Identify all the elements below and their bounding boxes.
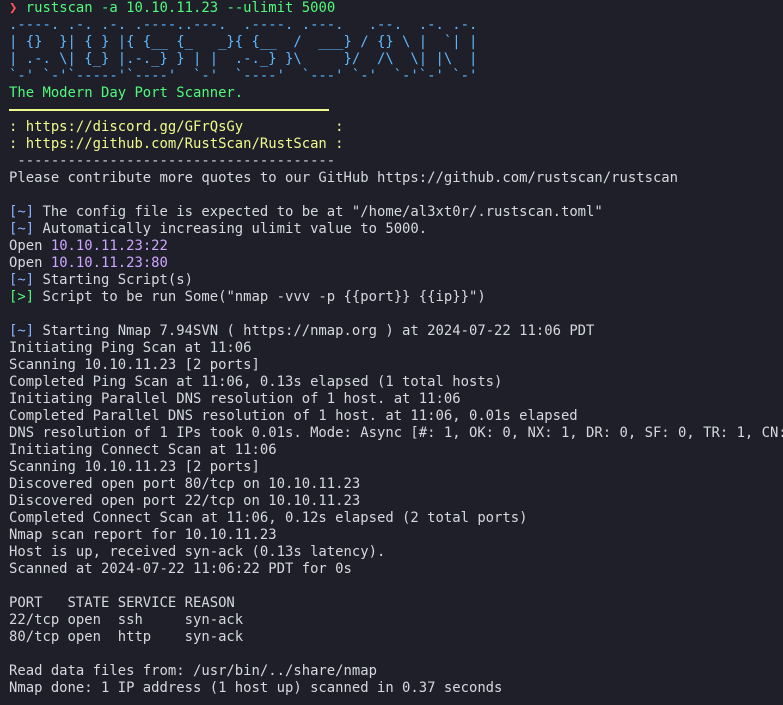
footer-line: Nmap done: 1 IP address (1 host up) scan… bbox=[9, 680, 503, 696]
banner-line-2: | {} }| { } |{ {__ {_ _}{ {__ / ___} / {… bbox=[9, 34, 478, 50]
banner-line-3: | .-. \| {_} |.-._} } | | .-._} }\ }/ /\… bbox=[9, 51, 478, 67]
nmap-output-line: Discovered open port 22/tcp on 10.10.11.… bbox=[9, 493, 361, 509]
nmap-start-line: [~] Starting Nmap 7.94SVN ( https://nmap… bbox=[9, 323, 783, 340]
banner-line-1: .----. .-. .-. .----..---. .----. .---. … bbox=[9, 17, 478, 33]
nmap-output-line: Initiating Ping Scan at 11:06 bbox=[9, 340, 252, 356]
nmap-output-line: Initiating Connect Scan at 11:06 bbox=[9, 442, 277, 458]
prompt-arrow-icon: ❯ bbox=[9, 0, 18, 16]
script-run-text: Script to be run Some("nmap -vvv -p {{po… bbox=[34, 289, 486, 305]
port-table-row: 22/tcp open ssh syn-ack bbox=[9, 612, 244, 628]
exec-tag: [>] bbox=[9, 289, 35, 305]
info-tag: [~] bbox=[9, 323, 35, 339]
command-line: ❯ rustscan -a 10.10.11.23 --ulimit 5000 bbox=[9, 0, 783, 17]
divider-line: -------------------------------------- bbox=[9, 153, 336, 169]
config-line: [~] The config file is expected to be at… bbox=[9, 204, 783, 221]
port-table-header: PORT STATE SERVICE REASON bbox=[9, 595, 235, 611]
links-underline bbox=[9, 102, 783, 119]
open-address: 10.10.11.23:80 bbox=[50, 255, 168, 271]
nmap-output-line: Completed Parallel DNS resolution of 1 h… bbox=[9, 408, 578, 424]
nmap-output-line: DNS resolution of 1 IPs took 0.01s. Mode… bbox=[9, 425, 783, 441]
scripts-text: Starting Script(s) bbox=[34, 272, 193, 288]
script-run-line: [>] Script to be run Some("nmap -vvv -p … bbox=[9, 289, 783, 306]
config-text: The config file is expected to be at "/h… bbox=[34, 204, 603, 220]
nmap-output-line: Scanning 10.10.11.23 [2 ports] bbox=[9, 357, 260, 373]
quote-line: Please contribute more quotes to our Git… bbox=[9, 170, 679, 186]
terminal-window[interactable]: ❯ rustscan -a 10.10.11.23 --ulimit 5000 … bbox=[0, 0, 783, 705]
info-tag: [~] bbox=[9, 204, 35, 220]
port-table-row: 80/tcp open http syn-ack bbox=[9, 629, 244, 645]
tagline: The Modern Day Port Scanner. bbox=[9, 85, 244, 101]
open-label: Open bbox=[9, 238, 43, 254]
ulimit-line: [~] Automatically increasing ulimit valu… bbox=[9, 221, 783, 238]
open-port-line-1: Open 10.10.11.23:22 bbox=[9, 238, 783, 255]
yellow-rule bbox=[9, 109, 329, 111]
nmap-start-text: Starting Nmap 7.94SVN ( https://nmap.org… bbox=[34, 323, 595, 339]
banner-line-4: `-' `-'`-----'`----' `-' `----' `---' `-… bbox=[9, 68, 478, 84]
ulimit-text: Automatically increasing ulimit value to… bbox=[34, 221, 428, 237]
discord-link-line: : https://discord.gg/GFrQsGy : bbox=[9, 119, 344, 135]
nmap-output-line: Discovered open port 80/tcp on 10.10.11.… bbox=[9, 476, 361, 492]
github-link-line: : https://github.com/RustScan/RustScan : bbox=[9, 136, 344, 152]
nmap-output-line: Completed Ping Scan at 11:06, 0.13s elap… bbox=[9, 374, 503, 390]
scripts-line: [~] Starting Script(s) bbox=[9, 272, 783, 289]
nmap-output-line: Scanned at 2024-07-22 11:06:22 PDT for 0… bbox=[9, 561, 352, 577]
nmap-output-line: Scanning 10.10.11.23 [2 ports] bbox=[9, 459, 260, 475]
open-label: Open bbox=[9, 255, 43, 271]
open-port-line-2: Open 10.10.11.23:80 bbox=[9, 255, 783, 272]
footer-line: Read data files from: /usr/bin/../share/… bbox=[9, 663, 377, 679]
nmap-output-line: Completed Connect Scan at 11:06, 0.12s e… bbox=[9, 510, 528, 526]
info-tag: [~] bbox=[9, 272, 35, 288]
info-tag: [~] bbox=[9, 221, 35, 237]
nmap-output-line: Host is up, received syn-ack (0.13s late… bbox=[9, 544, 386, 560]
nmap-output-line: Nmap scan report for 10.10.11.23 bbox=[9, 527, 277, 543]
nmap-output-line: Initiating Parallel DNS resolution of 1 … bbox=[9, 391, 461, 407]
command-text: rustscan -a 10.10.11.23 --ulimit 5000 bbox=[25, 0, 336, 16]
open-address: 10.10.11.23:22 bbox=[50, 238, 168, 254]
